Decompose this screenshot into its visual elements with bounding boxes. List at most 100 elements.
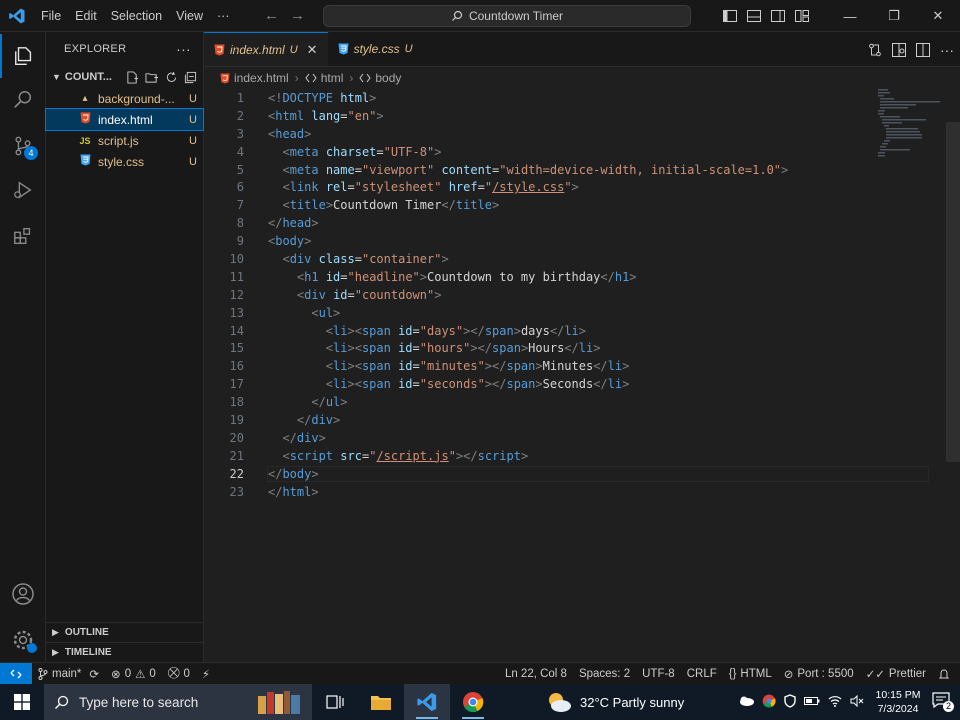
open-changes-icon[interactable] [868, 43, 882, 57]
code-line[interactable]: 11 <h1 id="headline">Countdown to my bir… [204, 268, 960, 286]
code-line[interactable]: 19 </div> [204, 411, 960, 429]
language-mode[interactable]: {} HTML [723, 663, 778, 685]
file-item-script-js[interactable]: JS script.js U [46, 130, 203, 151]
code-line[interactable]: 20 </div> [204, 429, 960, 447]
code-editor[interactable]: 1 <!DOCTYPE html> 2 <html lang="en"> 3 <head>… [204, 89, 960, 500]
plug-icon[interactable]: ⚡ [196, 663, 216, 685]
split-editor-icon[interactable] [916, 42, 930, 57]
battery-icon[interactable] [804, 695, 820, 709]
editor-scrollbar[interactable] [946, 122, 960, 462]
code-line[interactable]: 14 <li><span id="days"></span>days</li> [204, 322, 960, 340]
explorer-more-icon[interactable]: ··· [176, 41, 191, 57]
taskbar-search-input[interactable]: Type here to search [44, 684, 312, 720]
code-line[interactable]: 10 <div class="container"> [204, 250, 960, 268]
notifications-bell-icon[interactable] [932, 663, 960, 685]
close-tab-icon[interactable]: ✕ [307, 42, 318, 58]
menu-more[interactable]: ··· [210, 0, 237, 32]
new-folder-icon[interactable] [145, 71, 159, 84]
timeline-section[interactable]: ▶ TIMELINE [46, 642, 204, 662]
code-line[interactable]: 18 </ul> [204, 393, 960, 411]
tab-style-css[interactable]: style.css U [328, 32, 423, 66]
cursor-position[interactable]: Ln 22, Col 8 [499, 663, 573, 685]
back-arrow-icon[interactable]: ← [259, 7, 285, 24]
code-line[interactable]: 15 <li><span id="hours"></span>Hours</li… [204, 339, 960, 357]
windows-start-icon[interactable] [0, 684, 44, 720]
code-line[interactable]: 13 <ul> [204, 304, 960, 322]
line-endings[interactable]: CRLF [681, 663, 723, 685]
file-item-background[interactable]: ▴ background-... U [46, 88, 203, 109]
branch-indicator[interactable]: main* ⟳ [32, 663, 105, 685]
breadcrumb-file[interactable]: index.html [234, 71, 289, 85]
close-window-icon[interactable]: ✕ [916, 0, 960, 32]
minimize-icon[interactable]: — [828, 0, 872, 32]
security-shield-icon[interactable] [784, 693, 796, 711]
indentation[interactable]: Spaces: 2 [573, 663, 636, 685]
file-item-index-html[interactable]: index.html U [45, 108, 204, 131]
system-clock[interactable]: 10:15 PM 7/3/2024 [872, 688, 924, 716]
ports-indicator[interactable]: ⛒ 0 [162, 663, 196, 685]
code-line[interactable]: 17 <li><span id="seconds"></span>Seconds… [204, 375, 960, 393]
extensions-icon[interactable] [0, 214, 46, 258]
code-line[interactable]: 16 <li><span id="minutes"></span>Minutes… [204, 357, 960, 375]
breadcrumb-html[interactable]: html [321, 71, 344, 85]
wifi-icon[interactable] [828, 695, 842, 710]
source-control-icon[interactable]: 4 [0, 124, 46, 168]
code-line[interactable]: 7 <title>Countdown Timer</title> [204, 196, 960, 214]
weather-widget[interactable]: 32°C Partly sunny [546, 691, 684, 713]
code-line[interactable]: 4 <meta charset="UTF-8"> [204, 143, 960, 161]
code-line[interactable]: 21 <script src="/script.js"></script> [204, 447, 960, 465]
menu-edit[interactable]: Edit [68, 0, 104, 32]
menu-view[interactable]: View [169, 0, 210, 32]
code-line[interactable]: 8 </head> [204, 214, 960, 232]
workspace-folder[interactable]: ▼ COUNT... [46, 66, 203, 88]
menu-file[interactable]: File [34, 0, 68, 32]
collapse-all-icon[interactable] [184, 71, 197, 84]
refresh-icon[interactable] [165, 71, 178, 84]
code-line[interactable]: 6 <link rel="stylesheet" href="/style.cs… [204, 178, 960, 196]
code-line[interactable]: 9 <body> [204, 232, 960, 250]
code-line[interactable]: 2 <html lang="en"> [204, 107, 960, 125]
volume-muted-icon[interactable] [850, 694, 864, 710]
toggle-primary-sidebar-icon[interactable] [718, 0, 742, 32]
forward-arrow-icon[interactable]: → [285, 7, 311, 24]
outline-section[interactable]: ▶ OUTLINE [46, 622, 204, 642]
minimap[interactable] [876, 87, 946, 162]
code-line[interactable]: 23 </html> [204, 483, 960, 501]
accounts-icon[interactable] [0, 572, 46, 616]
live-server-port[interactable]: ⊘ Port : 5500 [778, 663, 860, 685]
code-line[interactable]: 5 <meta name="viewport" content="width=d… [204, 161, 960, 179]
customize-layout-icon[interactable] [790, 0, 814, 32]
task-view-icon[interactable] [312, 684, 358, 720]
code-line[interactable]: 12 <div id="countdown"> [204, 286, 960, 304]
problems-indicator[interactable]: ⊗ 0 ⚠ 0 [105, 663, 162, 685]
new-file-icon[interactable] [126, 70, 139, 84]
restore-icon[interactable]: ❐ [872, 0, 916, 32]
remote-icon[interactable] [0, 662, 32, 685]
file-explorer-icon[interactable] [358, 684, 404, 720]
open-preview-icon[interactable] [892, 42, 906, 57]
sync-icon[interactable]: ⟳ [89, 667, 99, 681]
vscode-taskbar-icon[interactable] [404, 684, 450, 720]
onedrive-cloud-icon[interactable] [738, 695, 754, 709]
chrome-icon[interactable] [450, 684, 496, 720]
tab-index-html[interactable]: index.html U ✕ [204, 32, 328, 66]
explorer-icon[interactable] [0, 34, 46, 78]
toggle-panel-icon[interactable] [742, 0, 766, 32]
search-icon[interactable] [0, 78, 46, 122]
settings-gear-icon[interactable] [0, 618, 46, 662]
file-encoding[interactable]: UTF-8 [636, 663, 681, 685]
code-line[interactable]: 1 <!DOCTYPE html> [204, 89, 960, 107]
toggle-secondary-sidebar-icon[interactable] [766, 0, 790, 32]
prettier-status[interactable]: ✓✓ Prettier [860, 663, 932, 685]
breadcrumb-body[interactable]: body [375, 71, 401, 85]
code-line[interactable]: 3 <head> [204, 125, 960, 143]
code-line[interactable]: 22 </body> [204, 465, 960, 483]
command-center-search[interactable]: Countdown Timer [323, 5, 691, 27]
run-debug-icon[interactable] [0, 168, 46, 212]
notification-center-icon[interactable]: 2 [932, 692, 954, 712]
menu-selection[interactable]: Selection [104, 0, 169, 32]
editor-more-icon[interactable]: ··· [940, 42, 954, 58]
chrome-tray-icon[interactable] [762, 694, 776, 711]
file-item-style-css[interactable]: style.css U [46, 151, 203, 172]
